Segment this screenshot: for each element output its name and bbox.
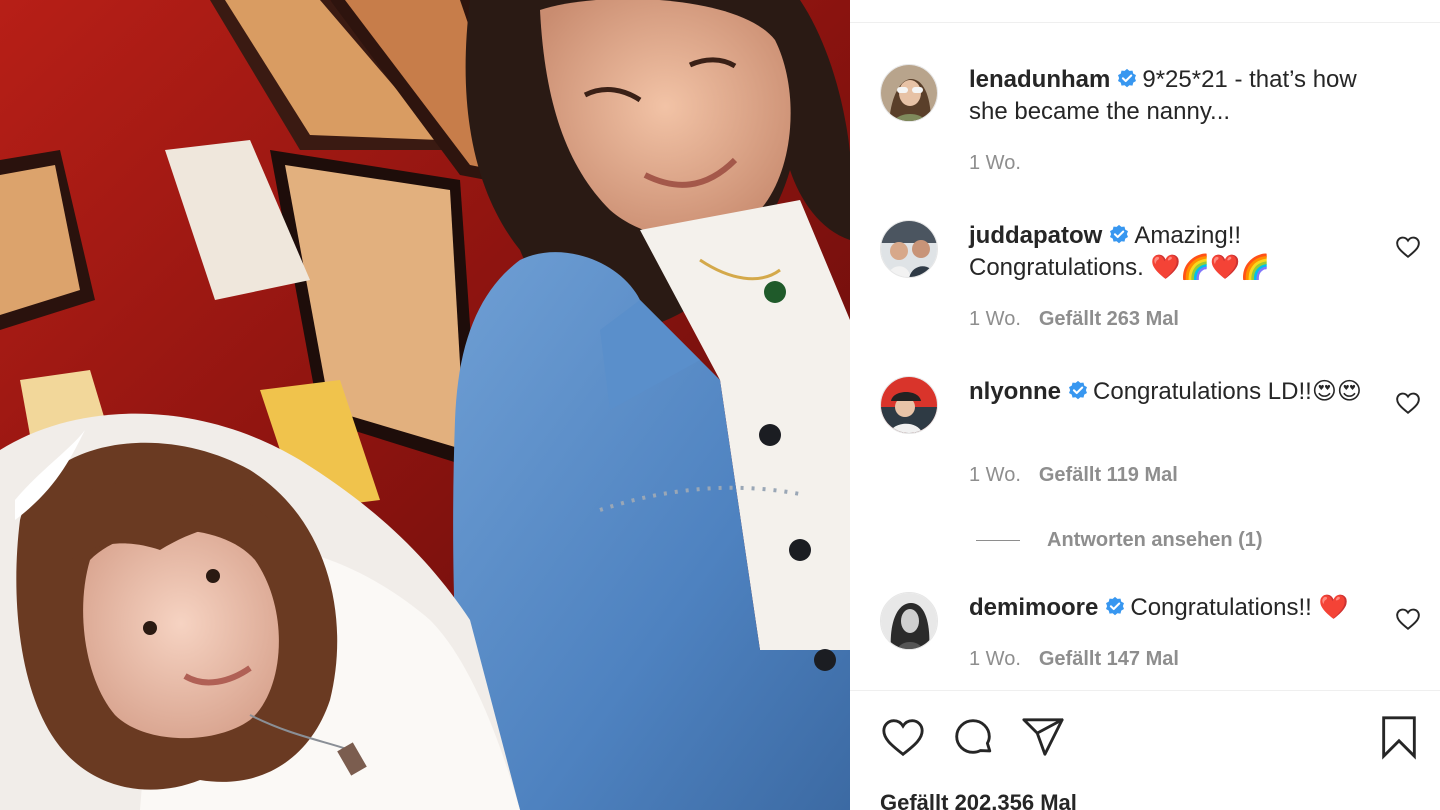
comment-body: nlyonne Congratulations LD!!😍😍	[969, 376, 1389, 408]
comment-nlyonne: nlyonne Congratulations LD!!😍😍 1 Wo. Gefäl…	[880, 376, 1420, 496]
comment-demimoore: demimoore Congratulations!! ❤️ 1 Wo. Gefäl…	[880, 592, 1420, 682]
caption-time[interactable]: 1 Wo.	[969, 152, 1021, 174]
save-button[interactable]	[1376, 714, 1422, 760]
replies-label: Antworten ansehen (1)	[1047, 528, 1263, 551]
avatar-lenadunham[interactable]	[880, 64, 938, 122]
divider	[850, 22, 1440, 23]
comment-body: demimoore Congratulations!! ❤️	[969, 592, 1389, 624]
bookmark-icon	[1382, 716, 1416, 760]
comment-meta: 1 Wo. Gefällt 147 Mal	[969, 648, 1179, 671]
caption: lenadunham 9*25*21 - that’s how she becam…	[880, 64, 1420, 184]
heart-icon	[882, 719, 924, 757]
action-bar	[880, 714, 1425, 762]
verified-badge-icon	[1067, 380, 1089, 402]
avatar-nlyonne[interactable]	[880, 376, 938, 434]
verified-badge-icon	[1108, 224, 1130, 246]
heart-icon[interactable]	[1395, 606, 1421, 632]
comment-likes[interactable]: Gefällt 263 Mal	[1039, 308, 1179, 330]
comment-username[interactable]: demimoore	[969, 594, 1098, 621]
total-likes[interactable]: Gefällt 202.356 Mal	[880, 790, 1077, 810]
share-button[interactable]	[1020, 714, 1066, 760]
view-replies-button[interactable]: Antworten ansehen (1)	[976, 526, 1263, 554]
caption-meta: 1 Wo.	[969, 152, 1021, 175]
verified-badge-icon	[1116, 68, 1138, 90]
heart-icon[interactable]	[1395, 234, 1421, 260]
heart-icon[interactable]	[1395, 390, 1421, 416]
comment-meta: 1 Wo. Gefällt 119 Mal	[969, 464, 1178, 487]
comment-meta: 1 Wo. Gefällt 263 Mal	[969, 308, 1179, 331]
comment-body: juddapatow Amazing!! Congratulations. ❤️🌈…	[969, 220, 1389, 284]
comment-time[interactable]: 1 Wo.	[969, 464, 1021, 486]
like-button[interactable]	[880, 714, 926, 760]
comment-juddapatow: juddapatow Amazing!! Congratulations. ❤️🌈…	[880, 220, 1420, 340]
verified-badge-icon	[1104, 596, 1126, 618]
caption-username[interactable]: lenadunham	[969, 66, 1110, 93]
comments-panel: lenadunham 9*25*21 - that’s how she becam…	[850, 0, 1440, 810]
comment-text: Congratulations LD!!	[1093, 378, 1312, 405]
comment-text: Congratulations!!	[1130, 594, 1312, 621]
avatar-demimoore[interactable]	[880, 592, 938, 650]
replies-line	[976, 539, 1020, 541]
divider	[850, 690, 1440, 691]
comment-time[interactable]: 1 Wo.	[969, 308, 1021, 330]
caption-body: lenadunham 9*25*21 - that’s how she becam…	[969, 64, 1389, 128]
comment-emoji: 😍😍	[1311, 377, 1362, 405]
comment-likes[interactable]: Gefällt 119 Mal	[1039, 464, 1178, 486]
comment-username[interactable]: juddapatow	[969, 222, 1102, 249]
avatar-juddapatow[interactable]	[880, 220, 938, 278]
post-photo[interactable]	[0, 0, 850, 810]
comment-icon	[955, 719, 992, 754]
comment-likes[interactable]: Gefällt 147 Mal	[1039, 648, 1179, 670]
comment-button[interactable]	[950, 714, 996, 760]
comment-emoji: ❤️	[1318, 593, 1349, 621]
wedding-photo-illustration	[0, 0, 850, 810]
paper-plane-icon	[1022, 718, 1064, 756]
comment-username[interactable]: nlyonne	[969, 378, 1061, 405]
comment-time[interactable]: 1 Wo.	[969, 648, 1021, 670]
comment-emoji: ❤️🌈❤️🌈	[1150, 253, 1270, 281]
